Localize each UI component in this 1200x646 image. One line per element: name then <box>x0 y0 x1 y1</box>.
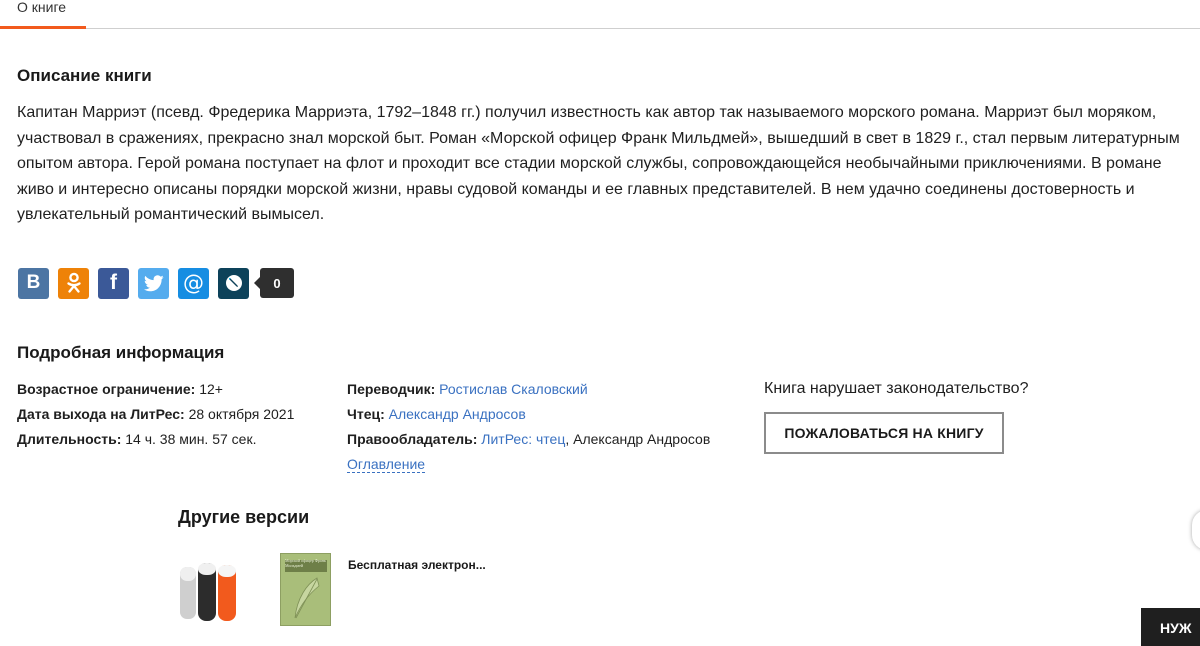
age-restriction-value: 12+ <box>199 381 223 397</box>
release-date-label: Дата выхода на ЛитРес: <box>17 406 185 422</box>
age-restriction-row: Возрастное ограничение: 12+ <box>17 377 294 402</box>
livejournal-share-button[interactable] <box>218 267 249 299</box>
vk-icon: B <box>26 272 41 293</box>
tab-about-book[interactable]: О книге <box>0 0 86 29</box>
complaint-question: Книга нарушает законодательство? <box>764 380 1029 397</box>
odnoklassniki-icon <box>66 272 81 293</box>
translator-label: Переводчик: <box>347 381 436 397</box>
share-count: 0 <box>254 268 294 298</box>
description-title: Описание книги <box>17 66 152 85</box>
tab-bar: О книге <box>0 0 1200 29</box>
details-column-1: Возрастное ограничение: 12+ Дата выхода … <box>17 377 294 452</box>
details-title: Подробная информация <box>17 343 225 362</box>
share-bar: B f @ 0 <box>18 267 294 299</box>
vk-share-button[interactable]: B <box>18 267 49 299</box>
table-of-contents-link[interactable]: Оглавление <box>347 456 426 473</box>
release-date-value: 28 октября 2021 <box>188 406 295 422</box>
facebook-share-button[interactable]: f <box>98 267 129 299</box>
ebook-cover[interactable]: Морской офицер Франк Мильдмей <box>280 553 331 626</box>
cover-title-text: Морской офицер Франк Мильдмей <box>285 558 326 568</box>
toc-row: Оглавление <box>347 452 710 477</box>
active-tab-indicator <box>0 26 86 29</box>
details-column-2: Переводчик: Ростислав Скаловский Чтец: А… <box>347 377 710 477</box>
twitter-icon <box>143 274 164 291</box>
rights-holder-row: Правообладатель: ЛитРес: чтец, Александр… <box>347 427 710 452</box>
mail-ru-share-button[interactable]: @ <box>178 267 209 299</box>
audiobook-icon <box>180 563 236 621</box>
duration-row: Длительность: 14 ч. 38 мин. 57 сек. <box>17 427 294 452</box>
reader-link[interactable]: Александр Андросов <box>389 406 526 422</box>
reader-row: Чтец: Александр Андросов <box>347 402 710 427</box>
tab-about-book-label: О книге <box>17 0 67 15</box>
mail-ru-icon: @ <box>183 271 204 295</box>
version-item-label[interactable]: Бесплатная электрон... <box>348 558 486 572</box>
release-date-row: Дата выхода на ЛитРес: 28 октября 2021 <box>17 402 294 427</box>
translator-row: Переводчик: Ростислав Скаловский <box>347 377 710 402</box>
translator-link[interactable]: Ростислав Скаловский <box>439 381 588 397</box>
audiobook-cover[interactable] <box>178 555 240 625</box>
duration-label: Длительность: <box>17 431 122 447</box>
rights-holder-rest: , Александр Андросов <box>565 431 711 447</box>
corner-help-button[interactable]: НУЖ <box>1141 608 1200 646</box>
odnoklassniki-share-button[interactable] <box>58 267 89 299</box>
description-text: Капитан Марриэт (псевд. Фредерика Марриэ… <box>17 104 1180 223</box>
rights-holder-link[interactable]: ЛитРес: чтец <box>481 431 565 447</box>
duration-value: 14 ч. 38 мин. 57 сек. <box>125 431 257 447</box>
other-versions-title: Другие версии <box>178 507 310 527</box>
livejournal-icon <box>225 275 242 291</box>
feather-icon <box>294 577 320 619</box>
complain-button[interactable]: ПОЖАЛОВАТЬСЯ НА КНИГУ <box>764 412 1004 454</box>
age-restriction-label: Возрастное ограничение: <box>17 381 196 397</box>
reader-label: Чтец: <box>347 406 385 422</box>
rights-holder-label: Правообладатель: <box>347 431 478 447</box>
facebook-icon: f <box>110 271 117 294</box>
twitter-share-button[interactable] <box>138 267 169 299</box>
carousel-next-button[interactable] <box>1192 510 1200 550</box>
